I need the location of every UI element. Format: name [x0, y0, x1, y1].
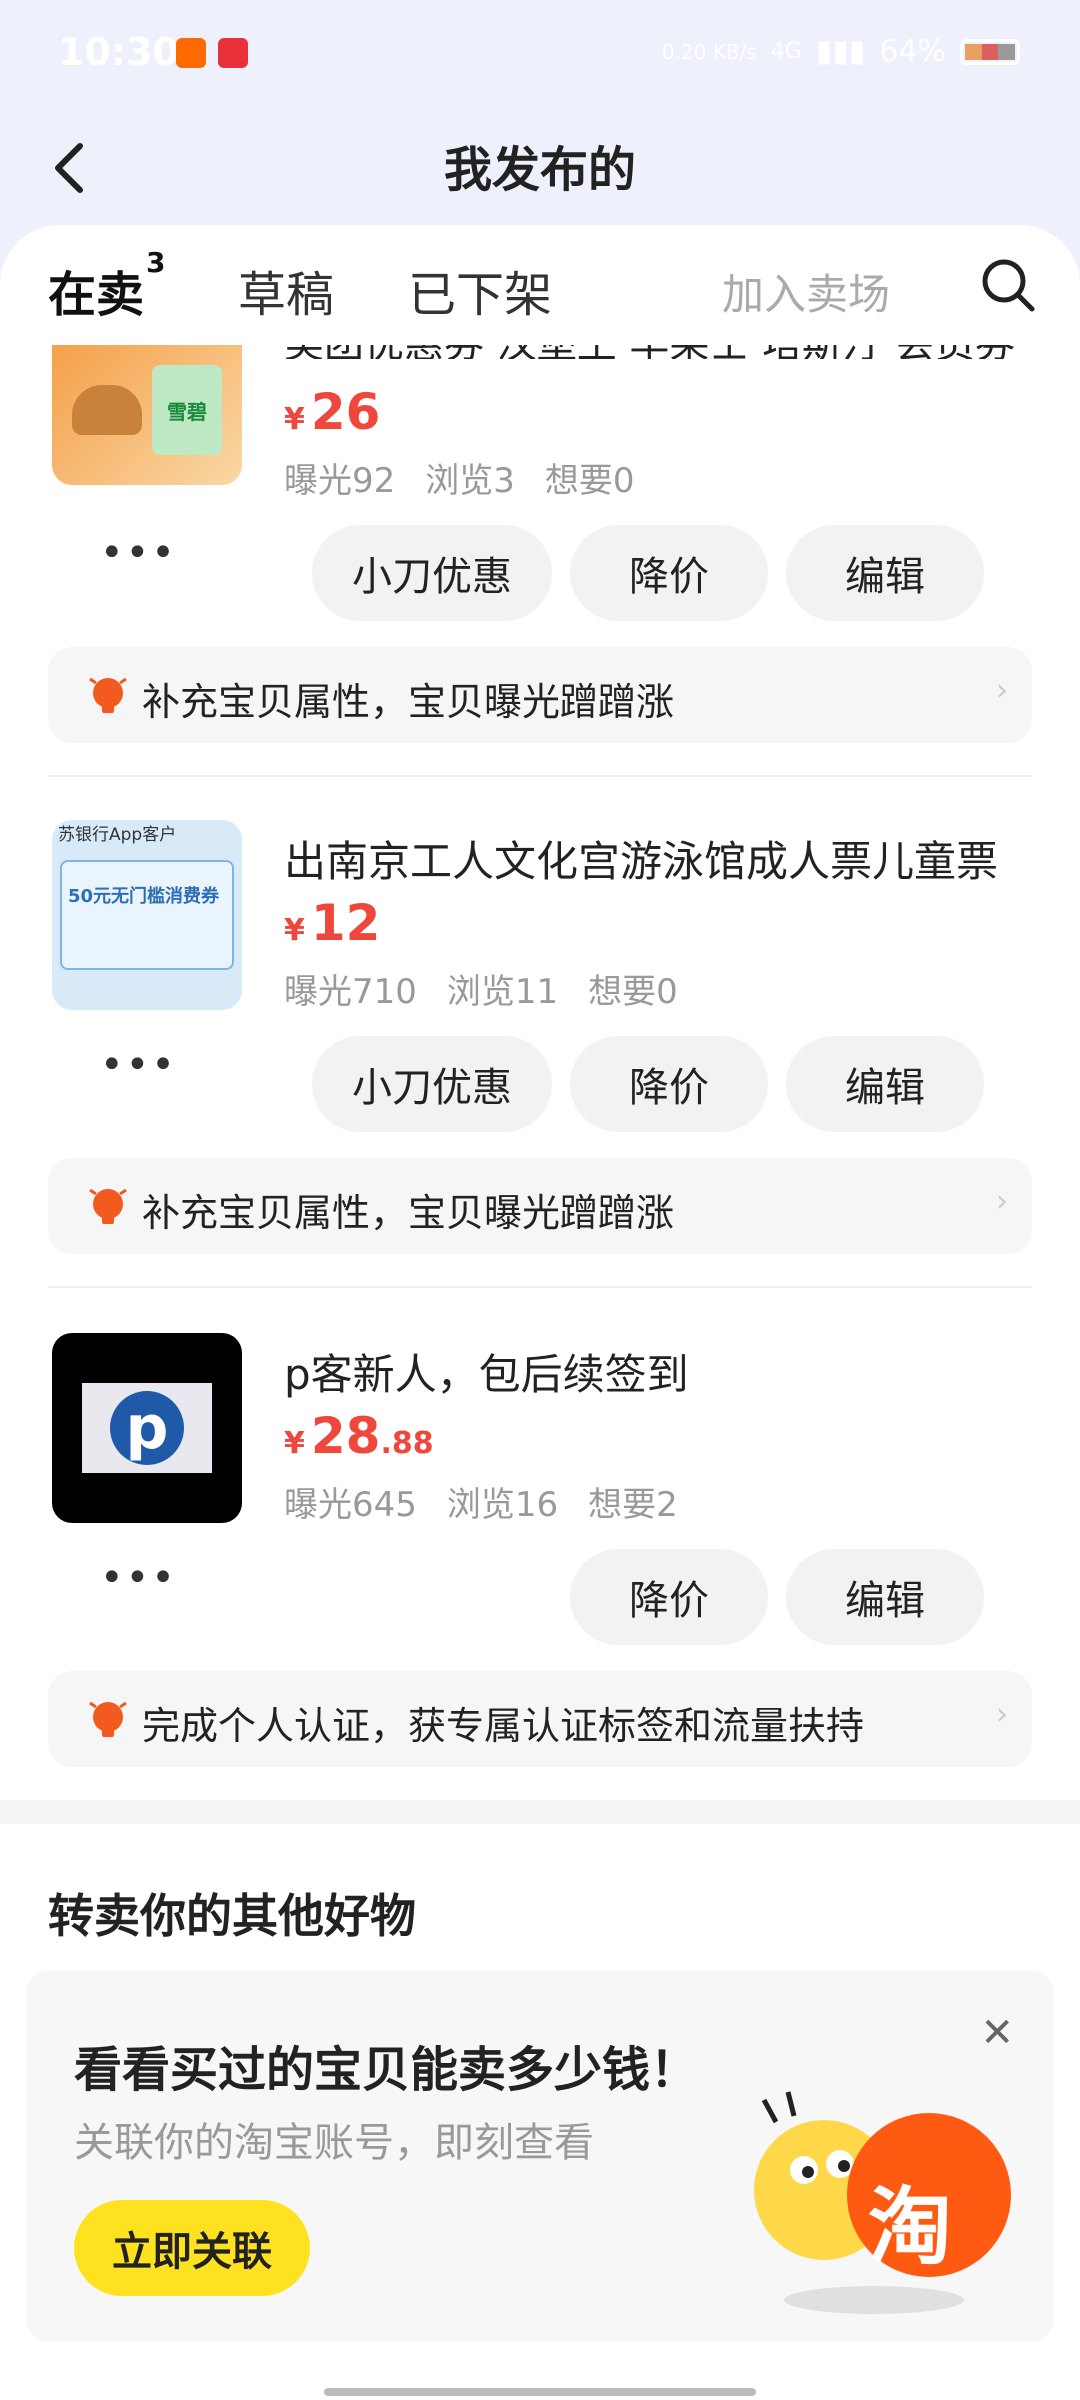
lightbulb-icon — [89, 677, 127, 713]
tab-drafts[interactable]: 草稿 — [238, 255, 334, 325]
tab-on-sale-count: 3 — [146, 246, 166, 279]
taobao-badge-text: 淘 — [867, 2178, 952, 2276]
stat-exposure: 曝光92 — [284, 461, 396, 501]
price-integer: 28 — [310, 1407, 381, 1465]
status-right: 0.20 KB/s 4G ▮▮▮ 64% — [662, 34, 1020, 69]
item-price: ¥26 — [284, 383, 380, 441]
promo-title: 看看买过的宝贝能卖多少钱！ — [74, 2042, 699, 2098]
link-now-button[interactable]: 立即关联 — [74, 2200, 310, 2296]
section-title: 转卖你的其他好物 — [48, 1889, 416, 1943]
signal-icon: ▮▮▮ — [815, 34, 866, 69]
list-item[interactable]: 雪碧 美团优惠券 汉堡王 华莱士 塔斯汀 会员券，可 ¥26 曝光92浏览3想要… — [0, 345, 1080, 777]
chevron-right-icon: › — [996, 1184, 1008, 1219]
currency-symbol: ¥ — [284, 1426, 305, 1461]
section-separator — [0, 1800, 1080, 1824]
lightbulb-icon — [89, 1701, 127, 1737]
join-market-link[interactable]: 加入卖场 — [722, 261, 890, 322]
status-time: 10:30 — [58, 30, 179, 74]
item-tip-banner[interactable]: 完成个人认证，获专属认证标签和流量扶持 › — [48, 1671, 1032, 1767]
list-item[interactable]: p p客新人，包后续签到 ¥28.88 曝光645 浏览16 想要2 ••• 降价 … — [0, 1333, 1080, 1767]
edit-button[interactable]: 编辑 — [786, 525, 984, 621]
stat-wants: 想要0 — [544, 461, 635, 501]
tab-on-sale[interactable]: 在卖3 — [48, 246, 166, 325]
network-label: 4G — [770, 39, 802, 64]
status-bar: 10:30 0.20 KB/s 4G ▮▮▮ 64% — [0, 0, 1080, 110]
p-logo: p — [82, 1383, 212, 1473]
item-stats: 曝光92 浏览3 想要0 — [284, 453, 665, 502]
page-title: 我发布的 — [443, 142, 636, 198]
burger-image — [72, 385, 142, 435]
currency-symbol: ¥ — [284, 402, 305, 437]
link-taobao-card: 看看买过的宝贝能卖多少钱！ 关联你的淘宝账号，即刻查看 立即关联 ✕ 淘 — [26, 1970, 1054, 2342]
item-tip-banner[interactable]: 补充宝贝属性，宝贝曝光蹭蹭涨 › — [48, 1158, 1032, 1254]
item-price: ¥28.88 — [284, 1407, 434, 1465]
chevron-right-icon: › — [996, 673, 1008, 708]
more-options-icon[interactable]: ••• — [100, 1555, 177, 1601]
reduce-price-button[interactable]: 降价 — [570, 1036, 768, 1132]
header: 我发布的 — [0, 110, 1080, 230]
tip-text: 补充宝贝属性，宝贝曝光蹭蹭涨 — [142, 680, 675, 724]
item-stats: 曝光645 浏览16 想要2 — [284, 1477, 708, 1526]
net-speed: 0.20 KB/s — [661, 39, 757, 64]
item-thumbnail[interactable]: p — [52, 1333, 242, 1523]
price-integer: 26 — [310, 383, 381, 441]
battery-level: 64% — [879, 34, 946, 69]
item-thumbnail[interactable]: 雪碧 — [52, 345, 242, 485]
item-divider — [48, 1286, 1032, 1288]
item-thumbnail[interactable]: 苏银行App客户 50元无门槛消费券 — [52, 820, 242, 1010]
item-tip-banner[interactable]: 补充宝贝属性，宝贝曝光蹭蹭涨 › — [48, 647, 1032, 743]
small-discount-button[interactable]: 小刀优惠 — [312, 1036, 552, 1132]
reduce-price-button[interactable]: 降价 — [570, 1549, 768, 1645]
more-options-icon[interactable]: ••• — [100, 530, 177, 576]
stat-exposure: 曝光645 — [284, 1485, 417, 1525]
coupon-card: 50元无门槛消费券 — [60, 860, 234, 970]
item-title: p客新人，包后续签到 — [284, 1350, 689, 1399]
news-notification-icon — [218, 38, 248, 68]
tip-text: 完成个人认证，获专属认证标签和流量扶持 — [142, 1704, 865, 1748]
stat-browse: 浏览16 — [446, 1485, 559, 1525]
promo-subtitle: 关联你的淘宝账号，即刻查看 — [74, 2120, 594, 2166]
p-logo-mark: p — [110, 1391, 184, 1465]
stat-browse: 浏览3 — [425, 461, 515, 501]
item-title: 出南京工人文化宫游泳馆成人票儿童票 — [284, 837, 999, 886]
search-icon[interactable] — [978, 255, 1038, 315]
app-notification-icon — [176, 38, 206, 68]
item-divider — [48, 775, 1032, 777]
stat-browse: 浏览11 — [446, 972, 559, 1012]
stat-wants: 想要0 — [588, 972, 678, 1012]
chevron-right-icon: › — [996, 1697, 1008, 1732]
item-stats: 曝光710 浏览11 想要0 — [284, 964, 708, 1013]
lightbulb-icon — [89, 1188, 127, 1224]
tab-bar: 在卖3 草稿 已下架 加入卖场 — [0, 225, 1080, 355]
price-integer: 12 — [310, 894, 381, 952]
close-icon[interactable]: ✕ — [980, 2010, 1014, 2056]
home-indicator[interactable] — [324, 2388, 756, 2396]
list-item[interactable]: 苏银行App客户 50元无门槛消费券 出南京工人文化宫游泳馆成人票儿童票 ¥12… — [0, 820, 1080, 1288]
small-discount-button[interactable]: 小刀优惠 — [312, 525, 552, 621]
tip-text: 补充宝贝属性，宝贝曝光蹭蹭涨 — [142, 1191, 675, 1235]
tab-removed[interactable]: 已下架 — [408, 255, 552, 325]
edit-button[interactable]: 编辑 — [786, 1036, 984, 1132]
stat-exposure: 曝光710 — [284, 972, 417, 1012]
battery-icon — [960, 38, 1020, 65]
edit-button[interactable]: 编辑 — [786, 1549, 984, 1645]
drink-image: 雪碧 — [152, 365, 222, 455]
more-options-icon[interactable]: ••• — [100, 1042, 177, 1088]
item-price: ¥12 — [284, 894, 380, 952]
tab-on-sale-label: 在卖 — [48, 267, 145, 323]
reduce-price-button[interactable]: 降价 — [570, 525, 768, 621]
thumb-header-text: 苏银行App客户 — [58, 825, 177, 845]
currency-symbol: ¥ — [284, 913, 305, 948]
price-decimal: .88 — [380, 1426, 434, 1461]
stat-wants: 想要2 — [588, 1485, 678, 1525]
